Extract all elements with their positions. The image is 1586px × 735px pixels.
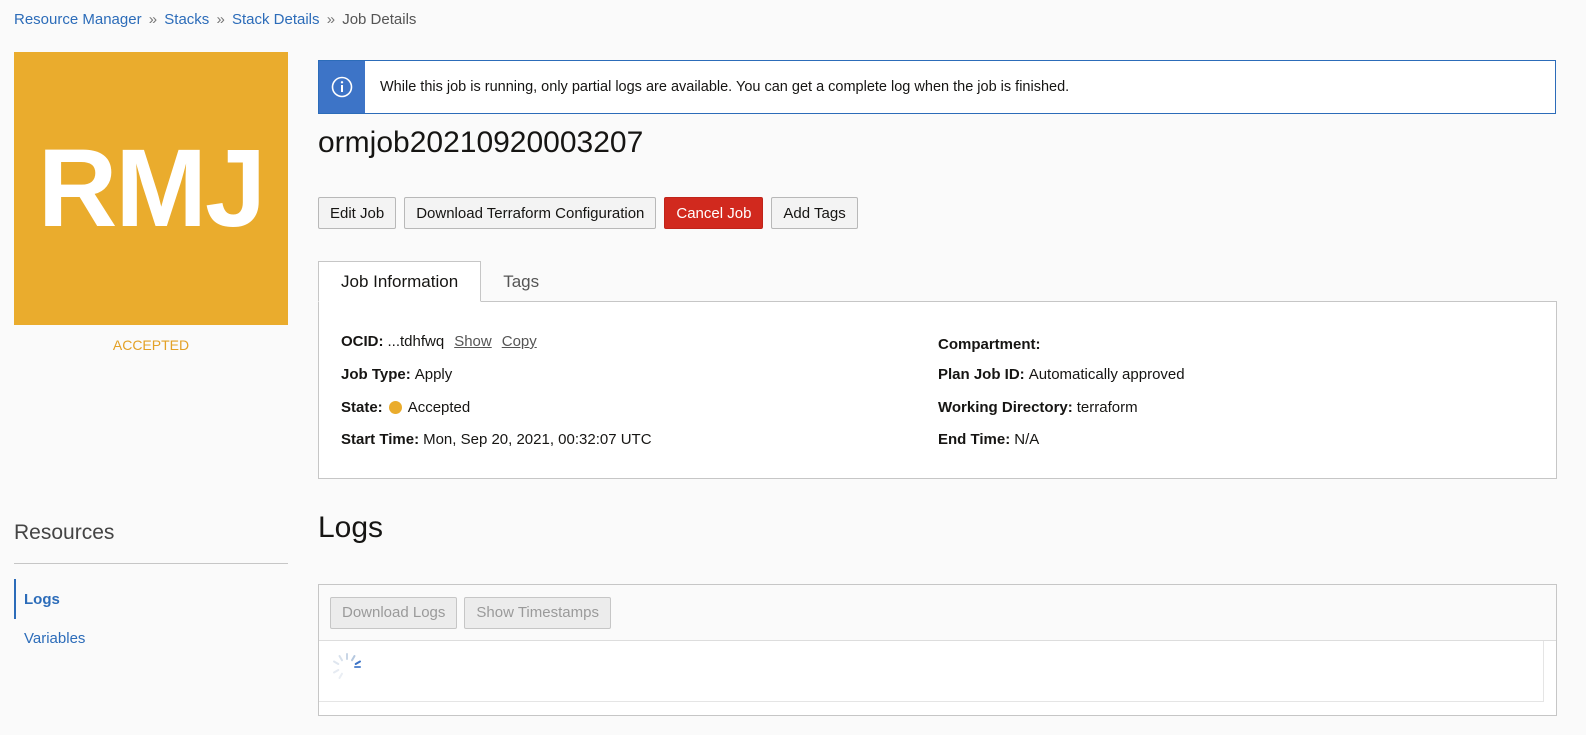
ocid-show-link[interactable]: Show (454, 333, 492, 350)
job-type-label: Job Type: (341, 366, 411, 383)
action-toolbar: Edit Job Download Terraform Configuratio… (318, 197, 858, 229)
edit-job-button[interactable]: Edit Job (318, 197, 397, 229)
resources-heading: Resources (14, 521, 115, 544)
logs-toolbar: Download Logs Show Timestamps (319, 585, 1556, 641)
working-dir-label: Working Directory: (938, 399, 1073, 416)
badge-initials: RMJ (37, 127, 266, 250)
job-type-row: Job Type: Apply (341, 366, 452, 383)
plan-job-row: Plan Job ID: Automatically approved (938, 366, 1185, 383)
compartment-value-redacted (1044, 331, 1405, 357)
cancel-job-button[interactable]: Cancel Job (664, 197, 764, 229)
breadcrumb-separator: » (326, 11, 336, 28)
detail-tabs: Job Information Tags (318, 261, 561, 302)
page-title: ormjob20210920003207 (318, 126, 644, 159)
plan-job-value: Automatically approved (1028, 366, 1185, 383)
sidebar-item-variables[interactable]: Variables (14, 630, 85, 647)
breadcrumb-stacks[interactable]: Stacks (164, 11, 209, 28)
state-row: State: Accepted (341, 399, 470, 416)
ocid-copy-link[interactable]: Copy (502, 333, 537, 350)
tab-tags[interactable]: Tags (481, 261, 561, 302)
ocid-row: OCID: ...tdhfwq Show Copy (341, 333, 537, 350)
breadcrumb-resource-manager[interactable]: Resource Manager (14, 11, 142, 28)
state-label: State: (341, 399, 383, 416)
download-terraform-config-button[interactable]: Download Terraform Configuration (404, 197, 657, 229)
compartment-label: Compartment: (938, 335, 1041, 353)
breadcrumb-separator: » (216, 11, 225, 28)
download-logs-button[interactable]: Download Logs (330, 596, 458, 629)
job-state-label: ACCEPTED (112, 337, 190, 353)
banner-message: While this job is running, only partial … (380, 79, 1070, 95)
ocid-label: OCID: (341, 333, 384, 350)
compartment-row: Compartment: (938, 331, 1405, 357)
sidebar-item-logs[interactable]: Logs (14, 579, 60, 619)
logs-heading: Logs (318, 511, 384, 544)
start-time-value: Mon, Sep 20, 2021, 00:32:07 UTC (423, 431, 652, 448)
job-badge: RMJ (14, 52, 288, 325)
breadcrumb-separator: » (148, 11, 158, 28)
logs-panel: Download Logs Show Timestamps (318, 584, 1557, 716)
breadcrumb: Resource Manager » Stacks » Stack Detail… (14, 11, 416, 28)
state-value: Accepted (407, 399, 471, 416)
working-dir-value: terraform (1076, 399, 1138, 416)
job-information-panel: OCID: ...tdhfwq Show Copy Job Type: Appl… (318, 301, 1557, 479)
tab-job-information[interactable]: Job Information (318, 261, 482, 302)
state-dot-icon (388, 401, 402, 414)
loading-spinner-icon (333, 653, 361, 679)
logs-content (319, 641, 1544, 702)
end-time-value: N/A (1014, 431, 1040, 448)
plan-job-label: Plan Job ID: (938, 366, 1025, 383)
end-time-row: End Time: N/A (938, 431, 1039, 448)
info-banner: While this job is running, only partial … (318, 60, 1556, 114)
info-icon (319, 61, 365, 113)
end-time-label: End Time: (938, 431, 1011, 448)
start-time-label: Start Time: (341, 431, 420, 448)
ocid-value: ...tdhfwq (387, 333, 445, 350)
start-time-row: Start Time: Mon, Sep 20, 2021, 00:32:07 … (341, 431, 652, 448)
working-dir-row: Working Directory: terraform (938, 399, 1138, 416)
job-type-value: Apply (414, 366, 453, 383)
breadcrumb-current: Job Details (342, 11, 417, 28)
add-tags-button[interactable]: Add Tags (771, 197, 858, 229)
show-timestamps-button[interactable]: Show Timestamps (464, 596, 611, 629)
breadcrumb-stack-details[interactable]: Stack Details (232, 11, 320, 28)
resources-divider (14, 563, 288, 564)
